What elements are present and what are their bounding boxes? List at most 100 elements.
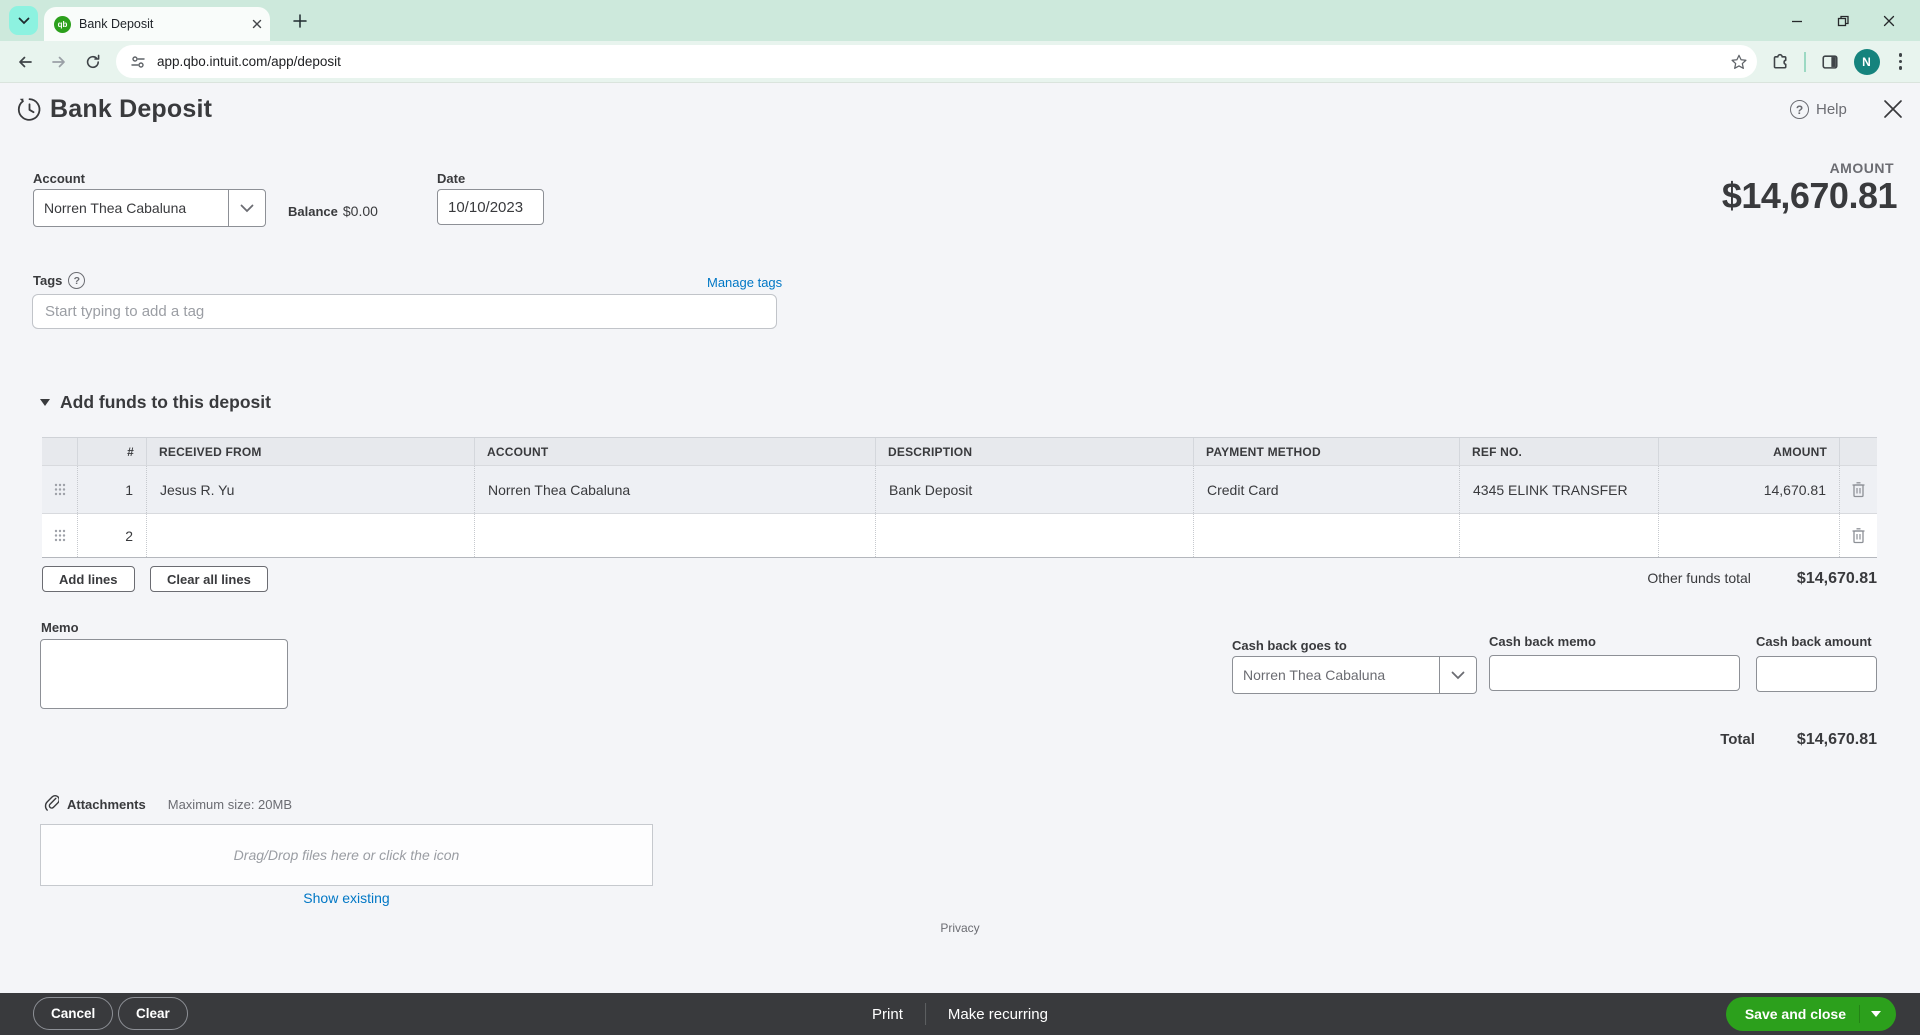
cell-amount[interactable] xyxy=(1659,514,1840,557)
cash-back-memo-label: Cash back memo xyxy=(1489,634,1596,649)
help-label: Help xyxy=(1816,101,1847,118)
reload-button[interactable] xyxy=(76,45,110,79)
cell-account[interactable] xyxy=(475,514,876,557)
header-drag-column xyxy=(42,438,78,465)
close-window-button[interactable] xyxy=(1866,0,1912,41)
make-recurring-button[interactable]: Make recurring xyxy=(948,1006,1048,1023)
help-button[interactable]: ? Help xyxy=(1790,100,1847,119)
clear-all-lines-button[interactable]: Clear all lines xyxy=(150,566,268,592)
cash-back-goes-to-value: Norren Thea Cabaluna xyxy=(1243,667,1386,683)
table-row[interactable]: 1 Jesus R. Yu Norren Thea Cabaluna Bank … xyxy=(42,465,1877,513)
account-dropdown-button[interactable] xyxy=(228,190,265,226)
reload-icon xyxy=(86,54,100,68)
header-payment-method: PAYMENT METHOD xyxy=(1194,438,1460,465)
clear-button[interactable]: Clear xyxy=(118,997,188,1030)
add-funds-section-toggle[interactable]: Add funds to this deposit xyxy=(40,392,271,413)
save-button-divider xyxy=(1859,1005,1860,1023)
cell-line-number: 2 xyxy=(78,514,147,557)
date-label: Date xyxy=(437,171,466,186)
recent-transactions-icon[interactable] xyxy=(16,96,43,128)
side-panel-icon[interactable] xyxy=(1821,53,1839,71)
other-funds-total-value: $14,670.81 xyxy=(1796,570,1877,587)
footer-divider xyxy=(924,1003,926,1025)
minimize-button[interactable] xyxy=(1774,0,1820,41)
drag-handle-icon[interactable] xyxy=(42,466,78,513)
attachments-dropzone[interactable]: Drag/Drop files here or click the icon xyxy=(40,824,653,886)
browser-tab-strip: qb Bank Deposit xyxy=(0,0,1920,41)
attachments-max-size: Maximum size: 20MB xyxy=(167,796,292,812)
memo-label: Memo xyxy=(41,620,79,635)
cell-line-number: 1 xyxy=(78,466,147,513)
delete-row-icon[interactable] xyxy=(1840,514,1877,557)
delete-row-icon[interactable] xyxy=(1840,466,1877,513)
forward-button[interactable] xyxy=(42,45,76,79)
tags-input[interactable] xyxy=(32,294,777,329)
account-label: Account xyxy=(33,171,85,186)
cash-back-dropdown-button[interactable] xyxy=(1439,657,1476,693)
url-text[interactable]: app.qbo.intuit.com/app/deposit xyxy=(157,54,1729,69)
bookmark-star-icon[interactable] xyxy=(1729,52,1749,72)
print-button[interactable]: Print xyxy=(872,1006,903,1023)
tags-help-icon[interactable]: ? xyxy=(68,272,86,289)
account-select[interactable]: Norren Thea Cabaluna xyxy=(33,189,266,227)
other-funds-total-row: Other funds total $14,670.81 xyxy=(1647,570,1877,588)
close-page-icon[interactable] xyxy=(1882,98,1904,125)
cell-payment-method[interactable]: Credit Card xyxy=(1194,466,1460,513)
tab-close-icon[interactable] xyxy=(252,19,262,29)
funds-table: # RECEIVED FROM ACCOUNT DESCRIPTION PAYM… xyxy=(42,437,1877,558)
show-existing-link[interactable]: Show existing xyxy=(40,890,653,906)
cash-back-goes-to-select[interactable]: Norren Thea Cabaluna xyxy=(1232,656,1477,694)
profile-avatar[interactable]: N xyxy=(1853,48,1880,75)
balance-label: Balance xyxy=(288,204,338,219)
cash-back-amount-input[interactable] xyxy=(1756,656,1877,692)
header-ref-no: REF NO. xyxy=(1460,438,1659,465)
cell-received-from[interactable] xyxy=(147,514,475,557)
address-bar[interactable]: app.qbo.intuit.com/app/deposit xyxy=(116,45,1757,78)
restore-button[interactable] xyxy=(1820,0,1866,41)
total-row: Total $14,670.81 xyxy=(1720,731,1877,749)
cell-payment-method[interactable] xyxy=(1194,514,1460,557)
tab-search-button[interactable] xyxy=(9,6,38,35)
toolbar-divider xyxy=(1803,51,1806,72)
memo-textarea[interactable] xyxy=(40,639,288,709)
attachments-label: Attachments xyxy=(67,796,146,812)
amount-value: $14,670.81 xyxy=(1721,175,1898,216)
header-amount: AMOUNT xyxy=(1659,438,1840,465)
collapse-triangle-icon xyxy=(40,399,50,406)
site-settings-icon[interactable] xyxy=(130,54,146,70)
drag-handle-icon[interactable] xyxy=(42,514,78,557)
manage-tags-link[interactable]: Manage tags xyxy=(707,275,782,290)
cell-account[interactable]: Norren Thea Cabaluna xyxy=(475,466,876,513)
funds-table-header: # RECEIVED FROM ACCOUNT DESCRIPTION PAYM… xyxy=(42,438,1877,465)
privacy-link[interactable]: Privacy xyxy=(0,921,1920,935)
chevron-down-icon xyxy=(240,204,254,212)
chevron-down-icon xyxy=(1451,671,1465,679)
table-row[interactable]: 2 xyxy=(42,513,1877,557)
cell-description[interactable]: Bank Deposit xyxy=(876,466,1194,513)
add-lines-button[interactable]: Add lines xyxy=(42,566,135,592)
paperclip-icon[interactable] xyxy=(44,795,59,813)
back-button[interactable] xyxy=(8,45,42,79)
header-received-from: RECEIVED FROM xyxy=(147,438,475,465)
save-and-close-button[interactable]: Save and close xyxy=(1725,997,1896,1031)
bank-deposit-window: qb Bank Deposit app.qbo.intuit.com/app/d… xyxy=(0,0,1920,1035)
quickbooks-logo-icon: qb xyxy=(54,15,71,33)
save-dropdown-caret-icon[interactable] xyxy=(1871,1011,1881,1017)
forward-arrow-icon xyxy=(52,56,65,67)
new-tab-button[interactable] xyxy=(288,9,312,33)
browser-menu-icon[interactable] xyxy=(1895,49,1907,74)
tags-label-row: Tags ? xyxy=(33,272,86,289)
extensions-icon[interactable] xyxy=(1771,53,1789,71)
header-description: DESCRIPTION xyxy=(876,438,1194,465)
cancel-button[interactable]: Cancel xyxy=(33,997,114,1030)
cell-ref-no[interactable]: 4345 ELINK TRANSFER xyxy=(1460,466,1659,513)
cell-description[interactable] xyxy=(876,514,1194,557)
browser-tab[interactable]: qb Bank Deposit xyxy=(44,7,270,41)
cell-amount[interactable]: 14,670.81 xyxy=(1659,466,1840,513)
cell-received-from[interactable]: Jesus R. Yu xyxy=(147,466,475,513)
footer-center-actions: Print Make recurring xyxy=(872,993,1048,1035)
cash-back-memo-input[interactable] xyxy=(1489,655,1740,691)
date-input[interactable] xyxy=(437,189,544,225)
cell-ref-no[interactable] xyxy=(1460,514,1659,557)
back-arrow-icon xyxy=(19,56,32,67)
